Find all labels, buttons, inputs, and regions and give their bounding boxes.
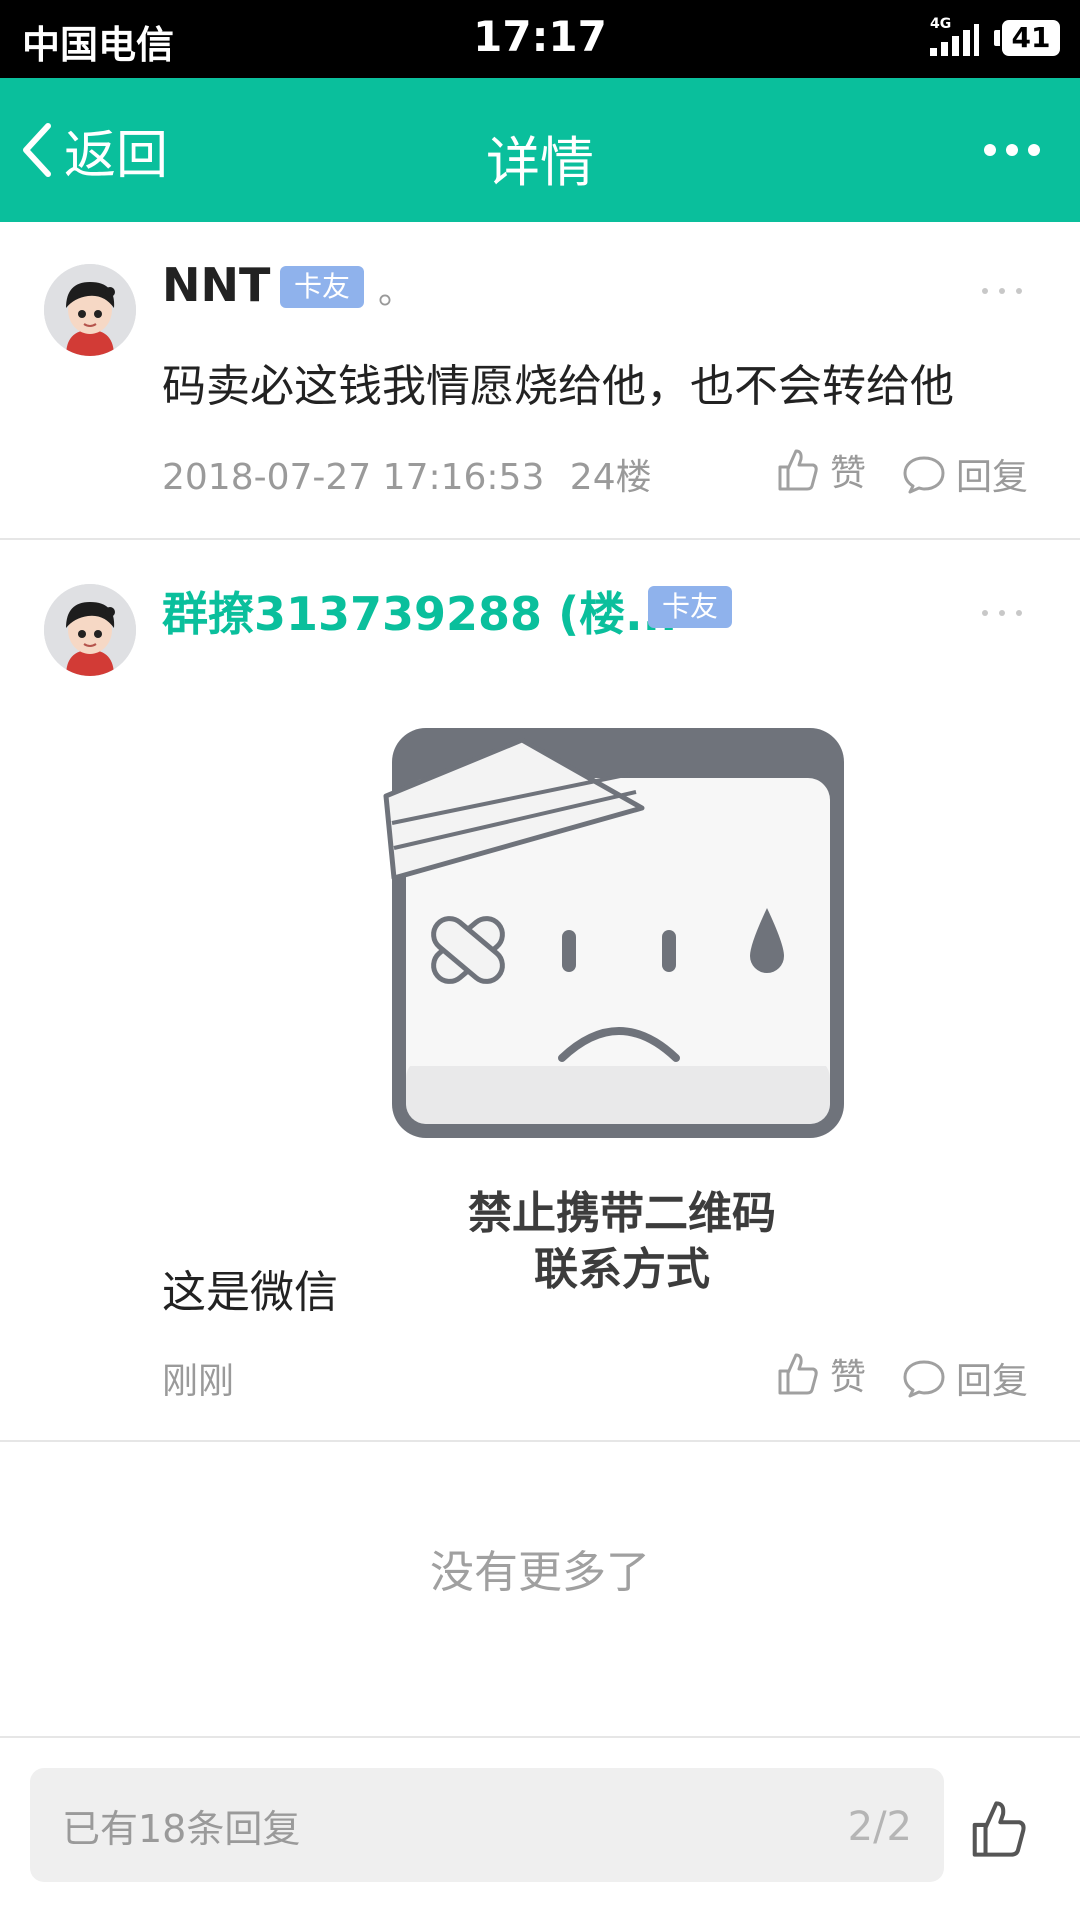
more-icon[interactable] bbox=[982, 138, 1042, 162]
sad-face-placeholder-icon bbox=[383, 728, 844, 1138]
reply-button[interactable]: 回复 bbox=[902, 448, 1028, 500]
like-label: 赞 bbox=[830, 1357, 867, 1398]
thumbs-up-icon[interactable] bbox=[968, 1798, 1030, 1860]
username-suffix: 。 bbox=[378, 271, 415, 312]
divider bbox=[0, 1440, 1080, 1442]
avatar[interactable] bbox=[44, 264, 136, 356]
reply-count-placeholder: 已有18条回复 bbox=[62, 1807, 301, 1851]
user-badge: 卡友 bbox=[648, 586, 733, 628]
timestamp: 刚刚 bbox=[162, 1361, 235, 1402]
reply-button[interactable]: 回复 bbox=[902, 1352, 1028, 1404]
reply-text: 码卖必这钱我情愿烧给他，也不会转给他 bbox=[162, 361, 954, 412]
page-title: 详情 bbox=[486, 131, 594, 194]
reply-input[interactable]: 已有18条回复 2/2 bbox=[30, 1768, 944, 1882]
avatar-face-icon bbox=[44, 584, 136, 676]
no-more-label: 没有更多了 bbox=[430, 1547, 650, 1598]
avatar-face-icon bbox=[44, 264, 136, 356]
thumbs-up-icon bbox=[778, 1353, 818, 1395]
signal-icon bbox=[930, 24, 979, 56]
thumbs-up-icon bbox=[778, 449, 818, 491]
page-indicator: 2/2 bbox=[847, 1804, 912, 1850]
bottom-bar: 已有18条回复 2/2 bbox=[0, 1736, 1080, 1922]
status-bar: 中国电信 17:17 4G 41 bbox=[0, 0, 1080, 78]
image-caption: 禁止携带二维码 bbox=[468, 1188, 776, 1239]
blocked-image[interactable]: 禁止携带二维码 联系方式 bbox=[372, 708, 872, 1328]
reply-label: 回复 bbox=[956, 1361, 1029, 1402]
floor-number: 24楼 bbox=[569, 457, 652, 498]
avatar[interactable] bbox=[44, 584, 136, 676]
clock: 17:17 bbox=[473, 12, 607, 61]
reply-item: 群撩313739288 (楼... 卡友 禁止携带二维码 联系方式 这是微信 刚… bbox=[0, 540, 1080, 1440]
timestamp: 2018-07-27 17:16:53 24楼 bbox=[162, 448, 652, 500]
nav-bar: 返回 详情 bbox=[0, 78, 1080, 222]
more-options-icon[interactable] bbox=[980, 286, 1024, 296]
like-button[interactable]: 赞 bbox=[776, 1348, 866, 1400]
user-badge: 卡友 bbox=[280, 266, 365, 308]
reply-item: NNT 卡友 。 码卖必这钱我情愿烧给他，也不会转给他 2018-07-27 1… bbox=[0, 222, 1080, 540]
reply-text: 这是微信 bbox=[162, 1267, 338, 1318]
timestamp-value: 2018-07-27 17:16:53 bbox=[162, 457, 545, 498]
comment-bubble-icon bbox=[903, 1360, 945, 1398]
like-button[interactable]: 赞 bbox=[776, 444, 866, 496]
username[interactable]: NNT bbox=[162, 258, 270, 312]
comment-bubble-icon bbox=[903, 456, 945, 494]
reply-label: 回复 bbox=[956, 457, 1029, 498]
username[interactable]: 群撩313739288 (楼... bbox=[162, 578, 678, 644]
like-label: 赞 bbox=[830, 453, 867, 494]
more-options-icon[interactable] bbox=[980, 608, 1024, 618]
battery-icon: 41 bbox=[994, 20, 1060, 56]
image-caption: 联系方式 bbox=[534, 1244, 710, 1295]
